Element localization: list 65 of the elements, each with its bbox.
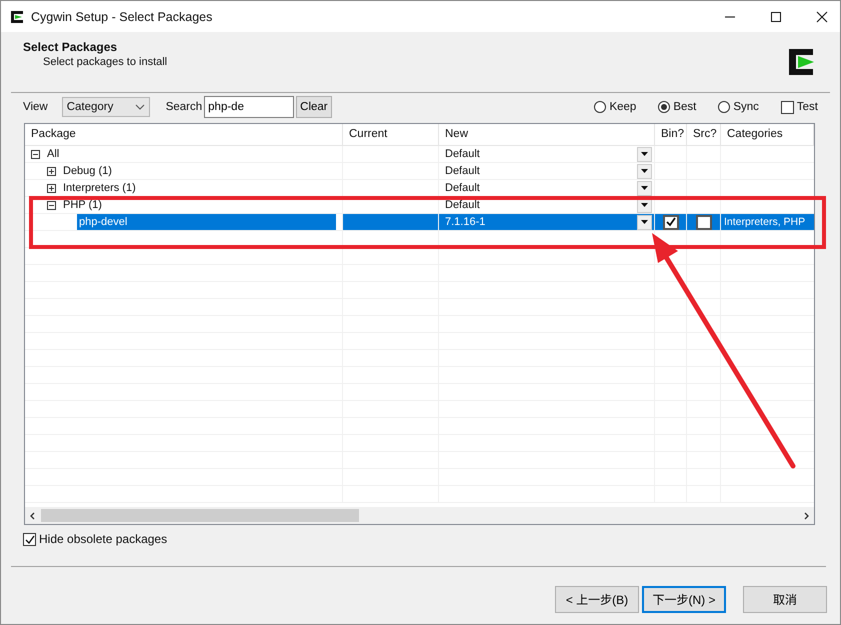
checkbox[interactable]: [696, 214, 712, 230]
checkbox-option[interactable]: Test: [780, 100, 818, 114]
scroll-left-icon[interactable]: [29, 512, 37, 520]
radio-option[interactable]: Keep: [594, 101, 636, 113]
column-header[interactable]: Bin?: [655, 124, 687, 145]
checkbox-label[interactable]: Hide obsolete packages: [39, 532, 168, 546]
dropdown-button[interactable]: [637, 146, 652, 162]
package-name: PHP (1): [62, 198, 103, 213]
down-triangle-icon: [641, 152, 648, 156]
page-heading: Select Packages: [23, 40, 118, 54]
search-field[interactable]: php-de: [204, 96, 294, 118]
radio-button[interactable]: [594, 101, 606, 113]
category-text: Interpreters, PHP: [724, 216, 806, 228]
chevron-icon: [134, 104, 145, 110]
collapse-icon[interactable]: [47, 200, 56, 210]
column-header[interactable]: Current: [343, 124, 439, 145]
down-triangle-icon: [641, 186, 648, 190]
table-row[interactable]: All Default: [25, 146, 814, 163]
column-header[interactable]: Src?: [687, 124, 721, 145]
package-name: All: [46, 147, 60, 162]
expand-icon[interactable]: [47, 184, 56, 192]
dialog-button[interactable]: < 上一步(B): [555, 586, 639, 613]
radio-option[interactable]: Best: [658, 101, 696, 113]
down-triangle-icon: [641, 169, 648, 173]
column-header[interactable]: New: [439, 124, 655, 145]
package-name: Interpreters (1): [62, 181, 137, 196]
table-row[interactable]: php-devel 7.1.16-1 Interpreters, PHP: [25, 214, 814, 231]
checkbox[interactable]: [23, 532, 36, 546]
horizontal-scrollbar[interactable]: [25, 507, 814, 524]
new-version: Default: [445, 182, 480, 194]
dropdown-button[interactable]: [637, 164, 652, 178]
view-dropdown[interactable]: Category: [62, 97, 150, 117]
package-name: php-devel: [77, 214, 336, 230]
checkbox[interactable]: [662, 214, 678, 230]
radio-option[interactable]: Sync: [718, 101, 759, 113]
column-header[interactable]: Categories: [721, 124, 814, 145]
checkbox[interactable]: [780, 100, 794, 114]
new-version: Default: [445, 199, 480, 211]
radio-button[interactable]: [658, 101, 670, 113]
column-header[interactable]: Package: [25, 124, 343, 145]
new-version: Default: [445, 148, 480, 160]
table-row[interactable]: Interpreters (1) Default: [25, 180, 814, 197]
new-version: 7.1.16-1: [445, 216, 486, 228]
dropdown-button[interactable]: [637, 180, 652, 196]
dialog-button[interactable]: 取消: [743, 586, 827, 613]
scroll-right-icon[interactable]: [802, 512, 810, 520]
scrollbar-thumb[interactable]: [41, 509, 359, 522]
search-label: Search: [166, 101, 202, 113]
down-triangle-icon: [641, 220, 648, 224]
app-logo-icon: [9, 8, 25, 24]
window-title: Cygwin Setup - Select Packages: [31, 10, 212, 24]
table-row[interactable]: Debug (1) Default: [25, 163, 814, 180]
package-name: Debug (1): [62, 164, 113, 179]
radio-button[interactable]: [718, 101, 730, 113]
clear-button[interactable]: Clear: [296, 96, 332, 118]
dialog-button[interactable]: 下一步(N) >: [642, 586, 726, 613]
down-triangle-icon: [641, 203, 648, 207]
collapse-icon[interactable]: [31, 150, 40, 158]
maximize-icon[interactable]: [770, 10, 782, 22]
dropdown-button[interactable]: [637, 214, 652, 230]
new-version: Default: [445, 165, 480, 177]
expand-icon[interactable]: [47, 166, 56, 176]
view-label: View: [23, 101, 48, 113]
close-icon[interactable]: [816, 10, 828, 22]
page-subtitle: Select packages to install: [42, 56, 168, 68]
